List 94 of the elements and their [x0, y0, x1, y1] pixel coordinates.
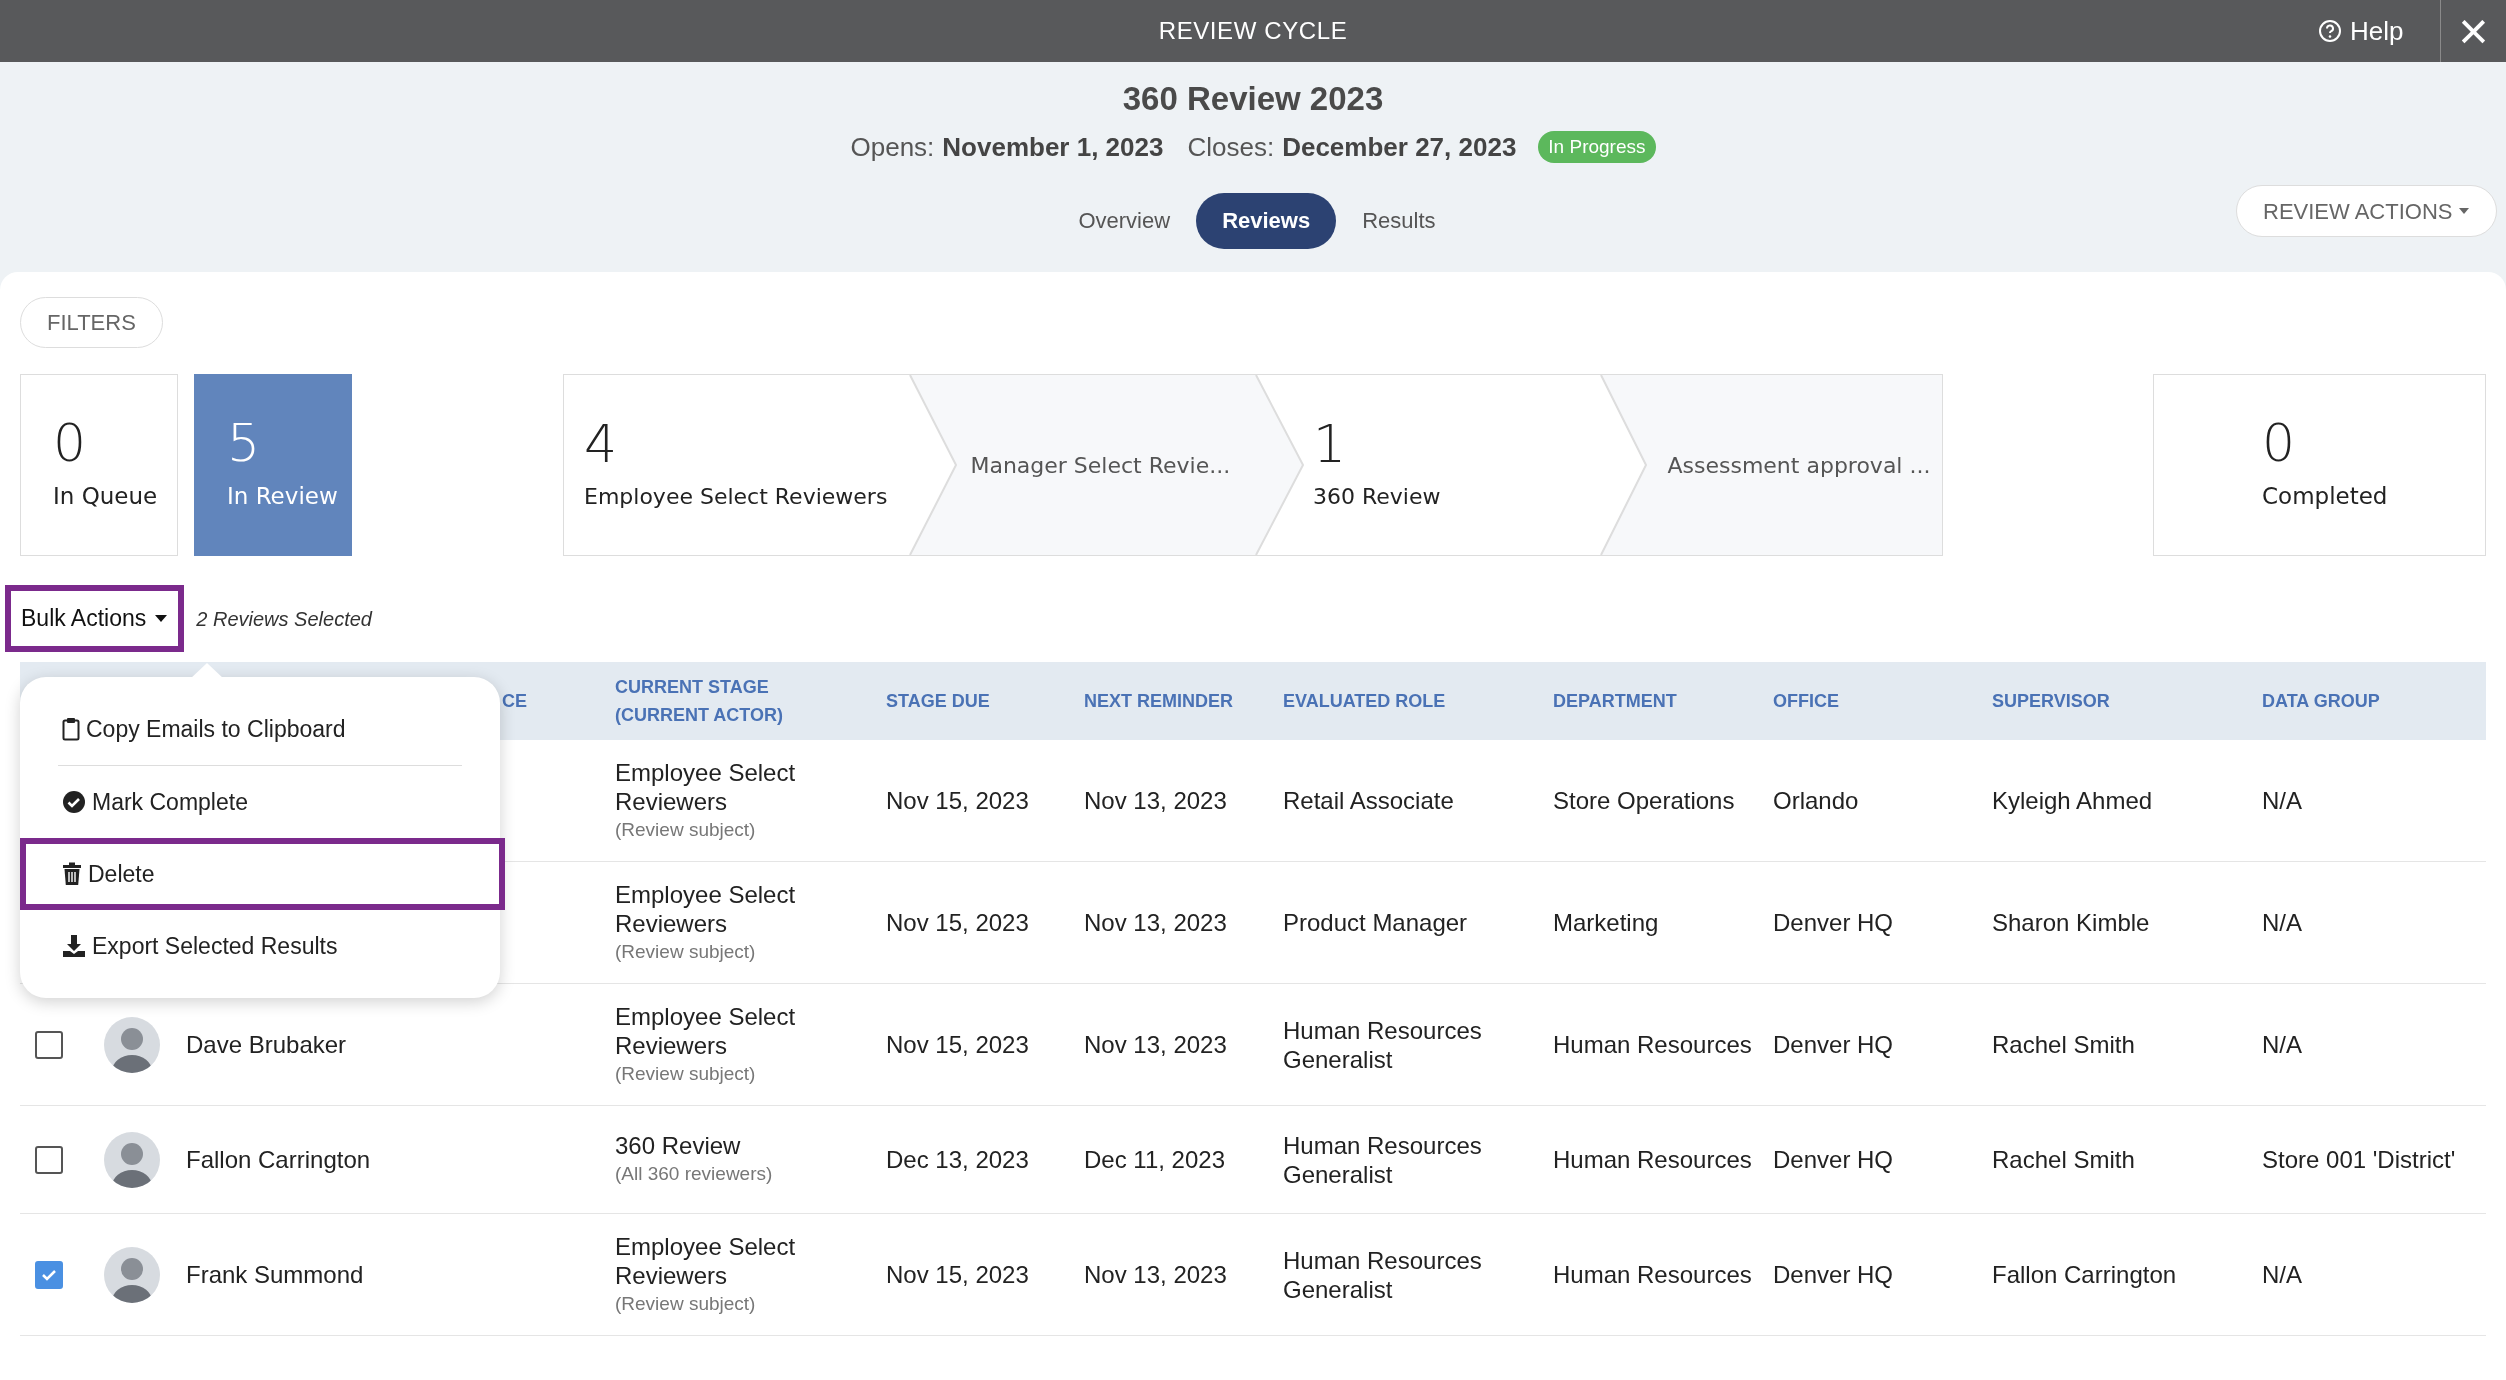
closes-date: December 27, 2023: [1282, 130, 1517, 164]
stage-label: Manager Select Revie...: [970, 451, 1232, 480]
tab[interactable]: Overview: [1070, 192, 1179, 249]
stage-name: Employee Select Reviewers: [615, 879, 797, 938]
close-button[interactable]: ×: [2440, 0, 2506, 62]
person-name[interactable]: Frank Summond: [186, 1260, 364, 1288]
table-cell-text: Product Manager: [1283, 908, 1469, 937]
download-icon: [62, 934, 86, 958]
table-cell-text: Nov 15, 2023: [886, 1030, 1030, 1059]
status-badge: In Progress: [1538, 130, 1656, 164]
table-cell-text: Denver HQ: [1773, 1145, 1895, 1174]
table-cell-text: N/A: [2262, 1260, 2303, 1289]
row-checkbox[interactable]: [35, 1145, 63, 1174]
stage-name: Employee Select Reviewers: [615, 757, 797, 816]
table-cell-text: Human Resources Generalist: [1283, 1245, 1483, 1304]
menu-item[interactable]: Delete: [20, 838, 505, 910]
stage-actor: (Review subject): [615, 1061, 757, 1086]
table-cell-text: Store 001 'District': [2262, 1145, 2457, 1174]
stage-label: Assessment approval ...: [1667, 451, 1932, 480]
tab[interactable]: Reviews: [1196, 192, 1337, 249]
row-checkbox[interactable]: [35, 1260, 63, 1289]
table-cell-text: N/A: [2262, 786, 2303, 815]
table-cell-text: Nov 13, 2023: [1084, 786, 1228, 815]
column-header[interactable]: DATA GROUP: [2262, 687, 2485, 715]
table-cell-text: Rachel Smith: [1992, 1030, 2136, 1059]
table-cell-text: Dec 11, 2023: [1084, 1145, 1226, 1174]
stage-name: 360 Review: [615, 1131, 742, 1160]
table-cell-text: Human Resources: [1553, 1260, 1753, 1289]
person-name[interactable]: Dave Brubaker: [186, 1030, 347, 1058]
table-cell-text: Orlando: [1773, 786, 1860, 815]
table-cell-text: Nov 15, 2023: [886, 786, 1030, 815]
bulk-actions-button[interactable]: Bulk Actions: [5, 585, 185, 652]
table-cell-text: Store Operations: [1553, 786, 1736, 815]
table-cell-text: Nov 15, 2023: [886, 1260, 1030, 1289]
table-cell-text: Fallon Carrington: [1992, 1260, 2178, 1289]
table-cell-text: Human Resources: [1553, 1030, 1753, 1059]
table-cell-text: Dec 13, 2023: [886, 1145, 1030, 1174]
queue-card[interactable]: 5 In Review: [194, 374, 352, 556]
table-cell-text: Nov 13, 2023: [1084, 1030, 1228, 1059]
queue-card[interactable]: 0 In Queue: [20, 374, 178, 556]
table-cell-text: Denver HQ: [1773, 908, 1895, 937]
check-circle-icon: [62, 790, 86, 814]
stage-count: 4: [584, 417, 619, 470]
stage-actor: (Review subject): [615, 817, 757, 842]
completed-card[interactable]: 0 Completed: [2153, 374, 2486, 556]
column-header[interactable]: STAGE DUE: [886, 687, 1084, 715]
table-cell-text: Human Resources Generalist: [1283, 1130, 1483, 1189]
help-button[interactable]: Help: [2318, 12, 2404, 50]
table-cell-text: N/A: [2262, 908, 2303, 937]
table-cell-text: Nov 13, 2023: [1084, 908, 1228, 937]
selection-count: 2 Reviews Selected: [196, 606, 372, 632]
column-header[interactable]: NEXT REMINDER: [1084, 687, 1283, 715]
closes-label: Closes:: [1187, 130, 1275, 164]
opens-date: November 1, 2023: [942, 130, 1164, 164]
column-header[interactable]: CURRENT STAGE (CURRENT ACTOR): [615, 673, 886, 729]
table-cell-text: Sharon Kimble: [1992, 908, 2151, 937]
stage-name: Employee Select Reviewers: [615, 1001, 797, 1060]
stage-actor: (All 360 reviewers): [615, 1162, 774, 1186]
column-header[interactable]: DEPARTMENT: [1553, 687, 1773, 715]
row-checkbox[interactable]: [35, 1030, 63, 1059]
stage-count: 1: [1312, 417, 1348, 470]
table-cell-text: Kyleigh Ahmed: [1992, 786, 2154, 815]
table-cell-text: Marketing: [1553, 908, 1660, 937]
table-cell-text: Human Resources: [1553, 1145, 1753, 1174]
table-cell-text: Nov 13, 2023: [1084, 1260, 1228, 1289]
window-title: REVIEW CYCLE: [1158, 16, 1348, 46]
table-cell-text: Denver HQ: [1773, 1030, 1895, 1059]
person-name[interactable]: Fallon Carrington: [186, 1145, 371, 1173]
table-cell-text: N/A: [2262, 1030, 2303, 1059]
stage-label: 360 Review: [1312, 482, 1442, 511]
menu-item[interactable]: Copy Emails to Clipboard: [20, 693, 500, 765]
help-icon: [2318, 19, 2342, 43]
stage-name: Employee Select Reviewers: [615, 1231, 797, 1290]
trash-icon: [62, 862, 82, 886]
cycle-title: 360 Review 2023: [1122, 79, 1384, 119]
opens-label: Opens:: [850, 130, 935, 164]
stage-actor: (Review subject): [615, 1291, 757, 1316]
caret-icon: [2458, 207, 2471, 215]
clipboard-icon: [62, 717, 80, 741]
stage-label: Employee Select Reviewers: [584, 482, 889, 511]
stage-actor: (Review subject): [615, 939, 757, 964]
table-cell-text: Rachel Smith: [1992, 1145, 2136, 1174]
menu-item[interactable]: Export Selected Results: [20, 910, 500, 982]
menu-item[interactable]: Mark Complete: [20, 766, 500, 838]
table-cell-text: Human Resources Generalist: [1283, 1015, 1483, 1074]
table-cell-text: Denver HQ: [1773, 1260, 1895, 1289]
review-actions-button[interactable]: REVIEW ACTIONS: [2236, 185, 2498, 237]
caret-icon: [154, 614, 169, 623]
tab[interactable]: Results: [1354, 192, 1444, 249]
table-cell-text: Retail Associate: [1283, 786, 1455, 815]
column-header[interactable]: EVALUATED ROLE: [1283, 687, 1553, 715]
column-header[interactable]: SUPERVISOR: [1992, 687, 2262, 715]
column-header[interactable]: OFFICE: [1773, 687, 1992, 715]
table-cell-text: Nov 15, 2023: [886, 908, 1030, 937]
